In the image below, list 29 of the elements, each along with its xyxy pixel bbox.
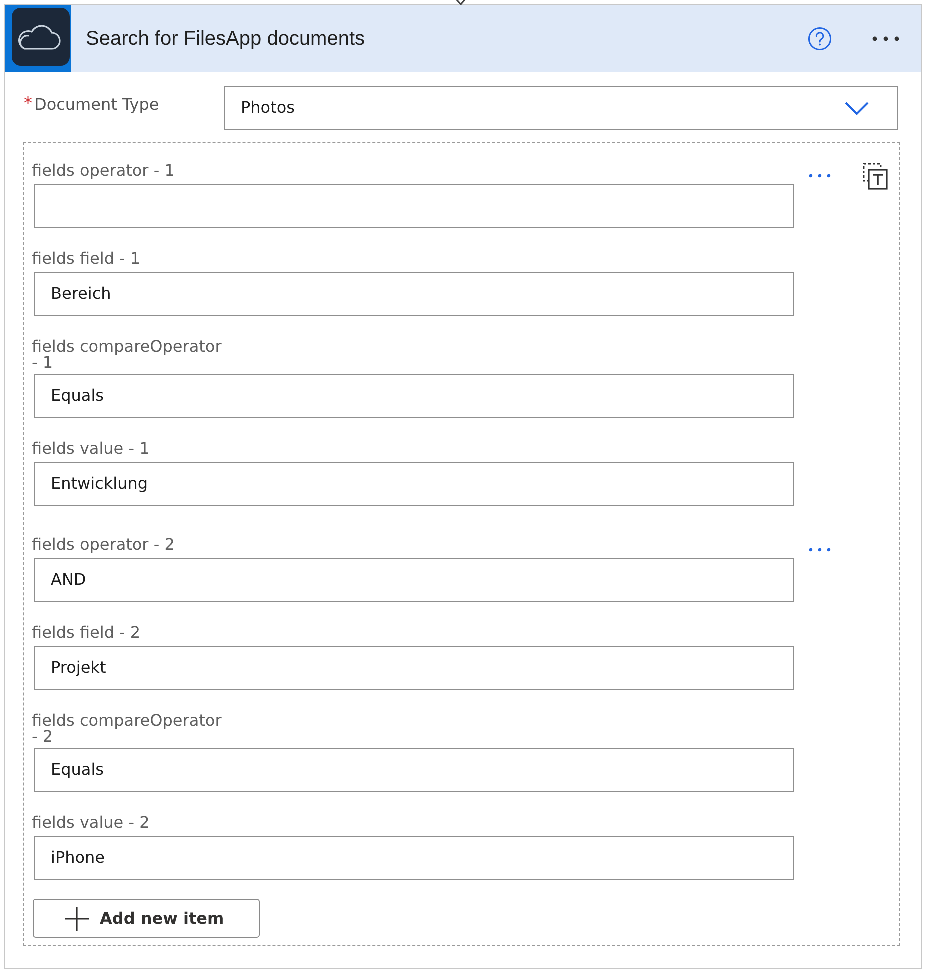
cloud-icon (5, 5, 71, 72)
text-field[interactable]: Equals (34, 748, 794, 792)
document-type-dropdown[interactable]: Photos (224, 86, 898, 130)
plus-icon (64, 906, 90, 932)
field-label: Document Type (34, 95, 160, 115)
text-field[interactable]: Bereich (34, 272, 794, 316)
more-options-icon[interactable] (809, 174, 831, 178)
text-field[interactable]: iPhone (34, 836, 794, 880)
text-field[interactable]: AND (34, 558, 794, 602)
text-field[interactable]: Equals (34, 374, 794, 418)
text-mode-icon[interactable] (863, 163, 888, 190)
field-label: fields compareOperator - 2 (32, 711, 223, 745)
text-field[interactable]: Projekt (34, 646, 794, 690)
field-label: fields value - 2 (32, 813, 150, 833)
help-icon[interactable] (808, 26, 832, 50)
text-field[interactable] (34, 184, 794, 228)
more-options-icon[interactable] (809, 548, 831, 552)
field-label: fields value - 1 (32, 439, 150, 459)
add-new-item-button[interactable]: Add new item (33, 899, 260, 938)
field-label: fields field - 2 (32, 623, 141, 643)
more-options-icon[interactable] (872, 36, 900, 42)
field-label: fields compareOperator - 1 (32, 337, 223, 371)
field-label: fields field - 1 (32, 249, 141, 269)
field-label: fields operator - 2 (32, 535, 175, 555)
chevron-down-icon (845, 102, 869, 114)
required-mark: * (24, 95, 32, 113)
card-title: Search for FilesApp documents (86, 26, 366, 52)
text-field[interactable]: Entwicklung (34, 462, 794, 506)
field-label: fields operator - 1 (32, 161, 175, 181)
